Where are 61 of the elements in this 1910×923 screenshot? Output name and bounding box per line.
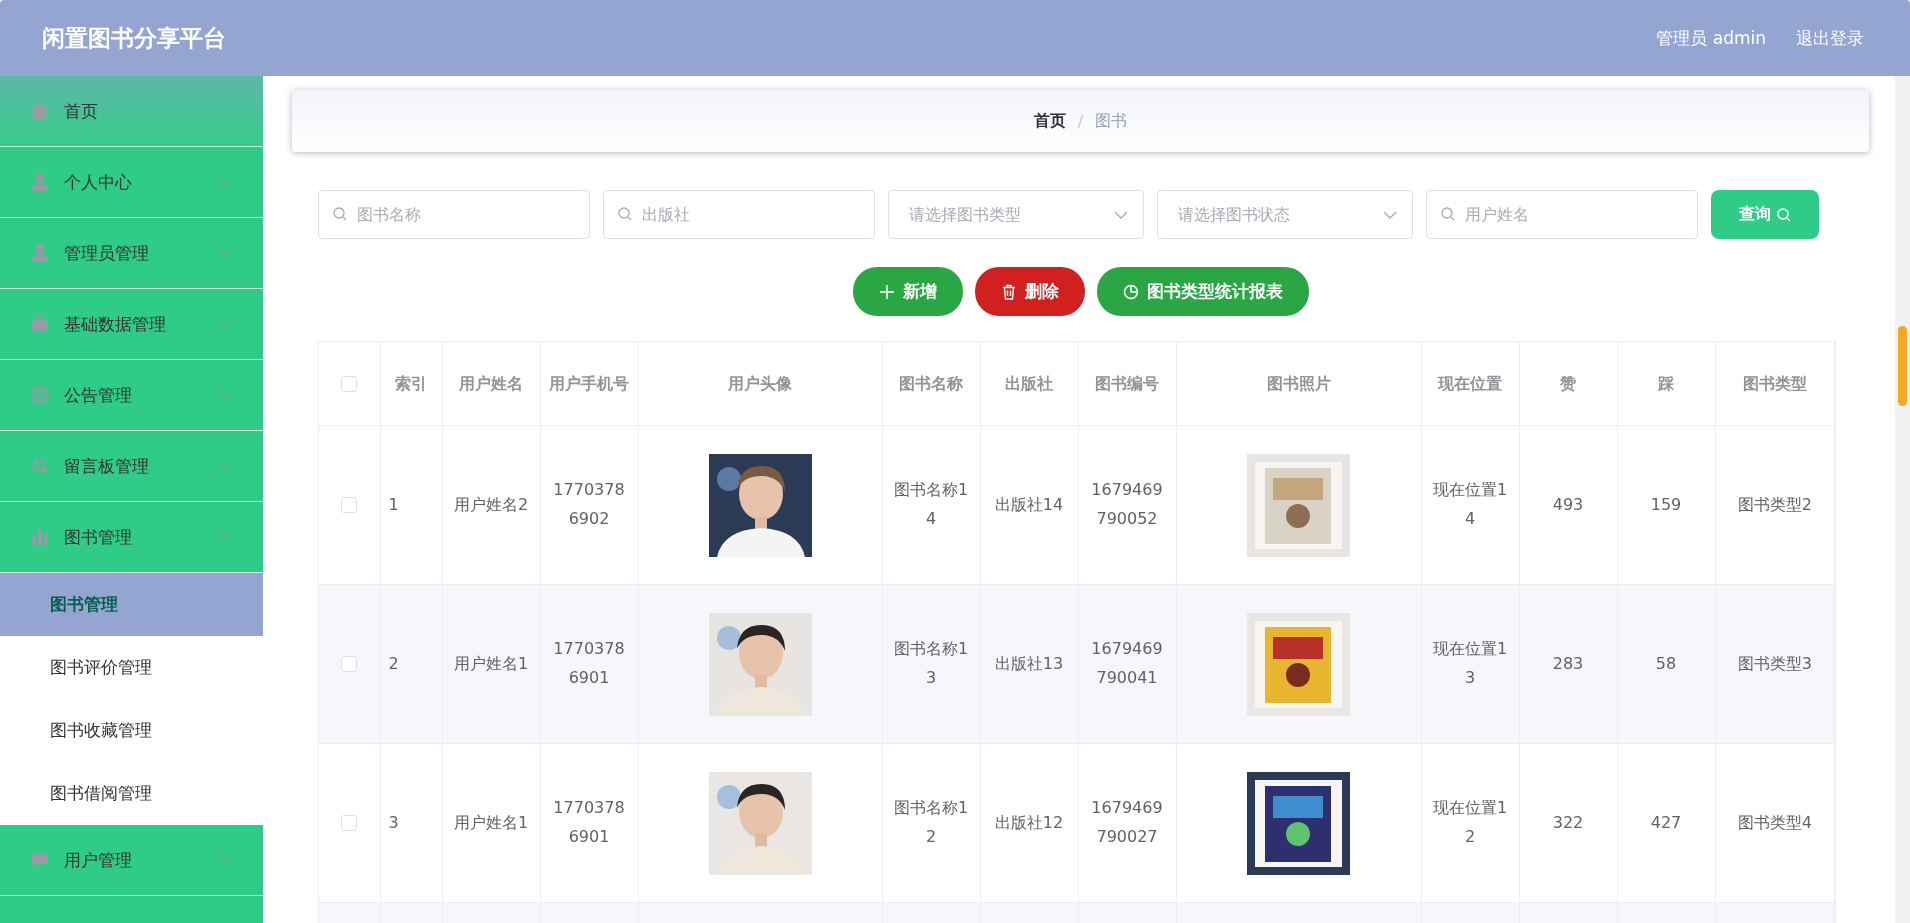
table-cell: 58 [1655, 653, 1677, 673]
table-cell: 1679469790041 [1091, 639, 1163, 687]
menu-item[interactable]: 基础数据管理 [0, 289, 263, 360]
search-field[interactable]: 用户姓名 [1426, 190, 1698, 239]
breadcrumb-item: 图书 [1095, 110, 1128, 132]
column-header: 索引 [395, 373, 427, 393]
menu-item[interactable]: 图书管理 [0, 502, 263, 573]
table-cell: 图书名称13 [893, 639, 969, 687]
table-cell: 3 [388, 812, 399, 832]
column-header: 图书名称 [899, 373, 963, 393]
column-header: 图书照片 [1266, 373, 1331, 393]
breadcrumb-separator: / [1077, 111, 1084, 131]
table-cell: 出版社12 [994, 812, 1064, 832]
column-header: 赞 [1560, 373, 1576, 393]
table-cell: 出版社14 [994, 494, 1064, 514]
column-header: 踩 [1658, 373, 1674, 393]
table-cell: 17703786901 [553, 798, 625, 846]
table-cell: 用户姓名2 [453, 494, 529, 514]
menu-item[interactable]: 留言板管理 [0, 431, 263, 502]
column-header: 图书编号 [1095, 373, 1159, 393]
table-cell: 17703786902 [553, 480, 625, 528]
table-cell: 图书名称12 [893, 798, 969, 846]
table-cell: 2 [388, 653, 399, 673]
menu-item[interactable]: 个人中心 [0, 147, 263, 218]
table-cell: 用户姓名1 [453, 812, 529, 832]
user-label: 管理员 admin [1656, 26, 1766, 50]
table-cell: 1679469790052 [1091, 480, 1163, 528]
table-cell: 图书名称14 [893, 480, 969, 528]
select-field[interactable]: 请选择图书类型 [888, 190, 1144, 239]
menu-item[interactable]: 用户管理 [0, 825, 263, 896]
table-cell: 283 [1552, 653, 1584, 673]
table-cell: 1 [388, 494, 399, 514]
search-field[interactable]: 出版社 [603, 190, 875, 239]
column-header: 用户头像 [728, 373, 792, 393]
table-cell: 用户姓名1 [453, 653, 529, 673]
menu-item[interactable]: 首页 [0, 76, 263, 147]
column-header: 图书类型 [1742, 373, 1807, 393]
delete-button[interactable]: 删除 [974, 267, 1085, 316]
table-cell: 1679469790027 [1091, 798, 1163, 846]
menu-item[interactable]: 公告管理 [0, 360, 263, 431]
breadcrumb-item[interactable]: 首页 [1033, 110, 1066, 132]
menu-item[interactable]: 管理员管理 [0, 218, 263, 289]
select-field[interactable]: 请选择图书状态 [1157, 190, 1413, 239]
table-cell: 现在位置14 [1432, 480, 1508, 528]
column-header: 用户手机号 [549, 373, 629, 393]
table-cell: 17703786901 [553, 639, 625, 687]
column-header: 用户姓名 [459, 373, 523, 393]
column-header: 现在位置 [1438, 373, 1502, 393]
table-cell: 159 [1650, 494, 1682, 514]
app-title: 闲置图书分享平台 [42, 23, 226, 53]
table-cell: 493 [1552, 494, 1584, 514]
column-header: 出版社 [1005, 373, 1053, 393]
table-cell: 现在位置12 [1432, 798, 1508, 846]
table-cell: 图书类型3 [1737, 653, 1812, 673]
table-cell: 图书类型2 [1737, 494, 1812, 514]
table-cell: 现在位置13 [1432, 639, 1508, 687]
table-cell: 322 [1552, 812, 1584, 832]
search-field[interactable]: 图书名称 [318, 190, 590, 239]
table-cell: 出版社13 [994, 653, 1064, 673]
table-cell: 图书类型4 [1737, 812, 1812, 832]
table-cell: 427 [1650, 812, 1682, 832]
